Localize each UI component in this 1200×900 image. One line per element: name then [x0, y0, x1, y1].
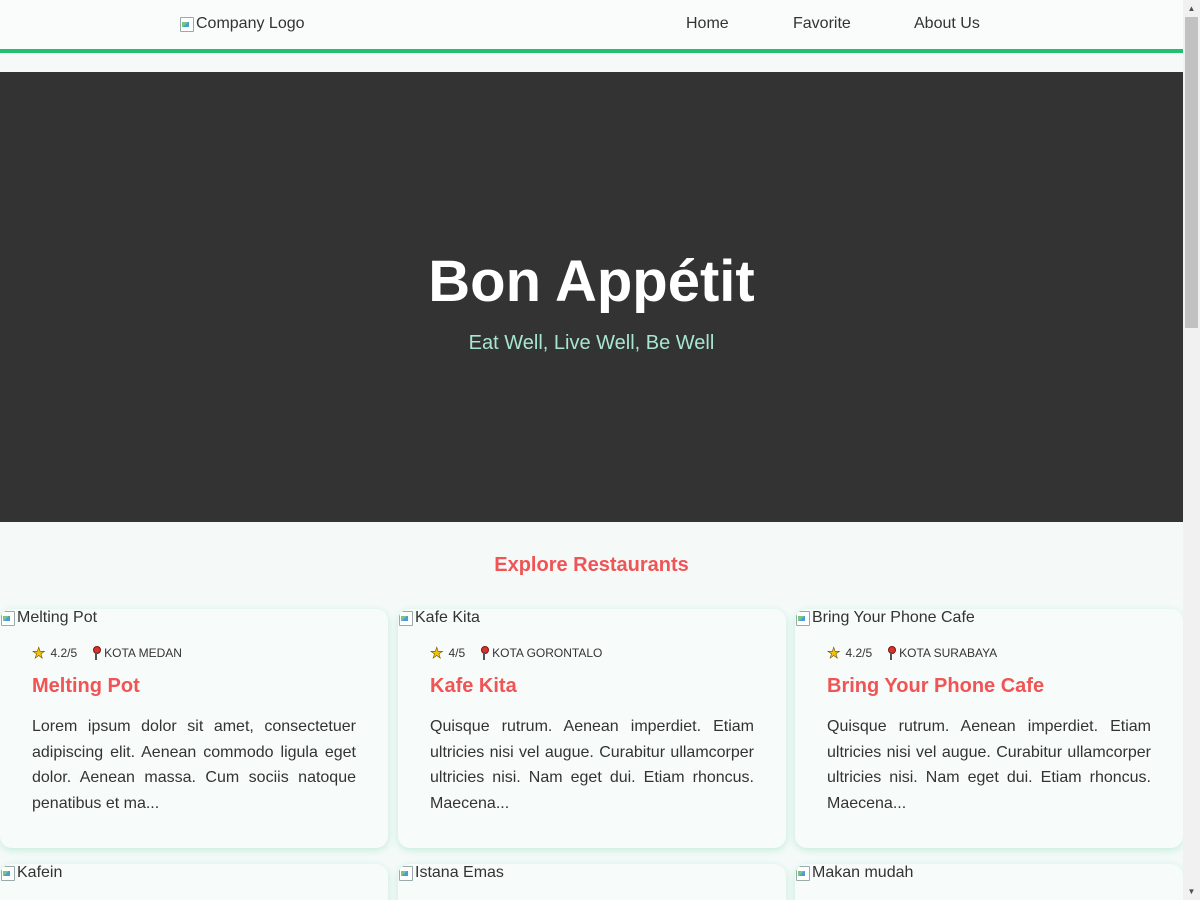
broken-image-icon — [795, 610, 811, 626]
restaurant-card[interactable]: Melting Pot ★ 4.2/5 KOTA MEDAN Melting P… — [0, 609, 388, 848]
restaurant-image-alt: Melting Pot — [17, 609, 98, 626]
city-label: KOTA SURABAYA — [899, 646, 998, 660]
restaurant-image-alt: Makan mudah — [812, 864, 914, 881]
restaurant-image: Kafe Kita — [398, 609, 480, 627]
hero-title: Bon Appétit — [428, 249, 755, 314]
hero-subtitle: Eat Well, Live Well, Be Well — [468, 332, 715, 354]
restaurant-card[interactable]: Kafein — [0, 864, 388, 900]
broken-image-icon — [398, 610, 414, 626]
restaurant-name[interactable]: Melting Pot — [32, 675, 140, 698]
broken-image-icon — [795, 865, 811, 881]
hero-banner: Bon Appétit Eat Well, Live Well, Be Well — [0, 72, 1183, 522]
location-pin-icon — [886, 646, 897, 660]
restaurant-image: Melting Pot — [0, 609, 97, 627]
scroll-up-arrow-icon[interactable]: ▲ — [1183, 0, 1200, 17]
star-icon: ★ — [32, 645, 46, 663]
star-icon: ★ — [827, 645, 841, 663]
nav-home-link[interactable]: Home — [686, 15, 729, 33]
restaurant-name[interactable]: Kafe Kita — [430, 675, 517, 698]
city-label: KOTA MEDAN — [104, 646, 182, 660]
restaurant-image-alt: Istana Emas — [415, 864, 504, 881]
restaurant-card[interactable]: Istana Emas — [398, 864, 786, 900]
restaurant-image: Kafein — [0, 864, 62, 882]
restaurant-meta: ★ 4.2/5 KOTA MEDAN — [32, 644, 182, 663]
broken-image-icon — [0, 865, 16, 881]
rating-value: 4/5 — [448, 646, 466, 660]
broken-image-icon — [0, 610, 16, 626]
nav-favorite-link[interactable]: Favorite — [793, 15, 851, 33]
vertical-scrollbar[interactable]: ▲ ▼ — [1183, 0, 1200, 900]
restaurant-description: Quisque rutrum. Aenean imperdiet. Etiam … — [827, 718, 1151, 813]
restaurant-image: Makan mudah — [795, 864, 913, 882]
rating-value: 4.2/5 — [50, 646, 78, 660]
scroll-down-arrow-icon[interactable]: ▼ — [1183, 883, 1200, 900]
restaurant-image: Bring Your Phone Cafe — [795, 609, 975, 627]
restaurant-image-alt: Bring Your Phone Cafe — [812, 609, 975, 626]
rating-value: 4.2/5 — [845, 646, 873, 660]
restaurant-name[interactable]: Bring Your Phone Cafe — [827, 675, 1044, 698]
restaurant-meta: ★ 4/5 KOTA GORONTALO — [430, 644, 603, 663]
restaurant-card[interactable]: Kafe Kita ★ 4/5 KOTA GORONTALO Kafe Kita… — [398, 609, 786, 848]
nav-about-link[interactable]: About Us — [914, 15, 980, 33]
restaurant-card[interactable]: Bring Your Phone Cafe ★ 4.2/5 KOTA SURAB… — [795, 609, 1183, 848]
restaurant-image-alt: Kafein — [17, 864, 63, 881]
section-title: Explore Restaurants — [494, 554, 689, 576]
scrollbar-thumb[interactable] — [1185, 17, 1198, 328]
city-label: KOTA GORONTALO — [492, 646, 603, 660]
site-header: Company Logo Home Favorite About Us — [0, 0, 1183, 53]
location-pin-icon — [91, 646, 102, 660]
location-pin-icon — [479, 646, 490, 660]
restaurant-description: Lorem ipsum dolor sit amet, consectetuer… — [32, 718, 356, 813]
restaurant-description: Quisque rutrum. Aenean imperdiet. Etiam … — [430, 718, 754, 813]
restaurant-card[interactable]: Makan mudah — [795, 864, 1183, 900]
star-icon: ★ — [430, 645, 444, 663]
restaurant-image-alt: Kafe Kita — [415, 609, 480, 626]
restaurant-image: Istana Emas — [398, 864, 504, 882]
restaurant-meta: ★ 4.2/5 KOTA SURABAYA — [827, 644, 998, 663]
main-nav: Home Favorite About Us — [0, 15, 1183, 35]
broken-image-icon — [398, 865, 414, 881]
